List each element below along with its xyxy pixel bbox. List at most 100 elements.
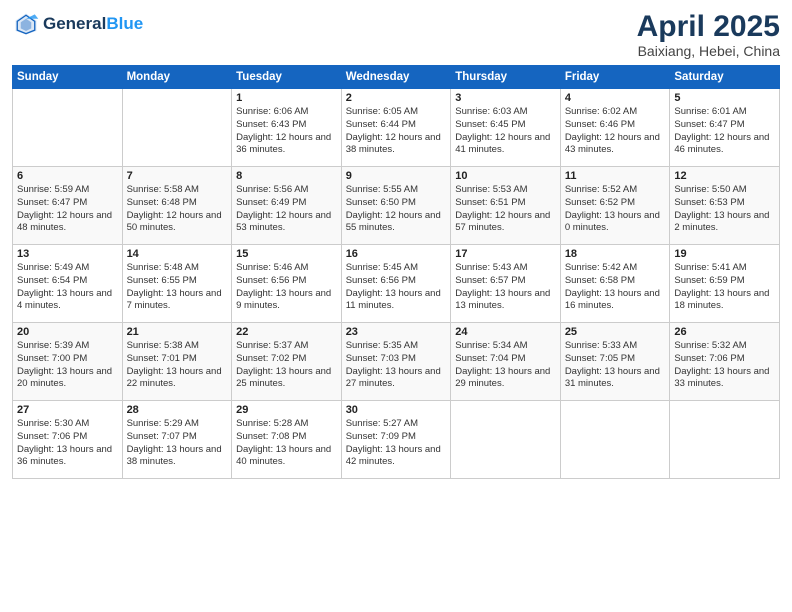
calendar-cell bbox=[560, 401, 670, 479]
calendar-cell: 15Sunrise: 5:46 AMSunset: 6:56 PMDayligh… bbox=[232, 245, 342, 323]
col-header-sunday: Sunday bbox=[13, 66, 123, 89]
calendar-cell bbox=[451, 401, 561, 479]
daylight-text: Daylight: 13 hours and 29 minutes. bbox=[455, 366, 556, 392]
day-number: 4 bbox=[565, 92, 666, 104]
sunrise-text: Sunrise: 6:01 AM bbox=[674, 106, 775, 119]
daylight-text: Daylight: 13 hours and 38 minutes. bbox=[127, 444, 228, 470]
title-block: April 2025 Baixiang, Hebei, China bbox=[637, 10, 780, 59]
calendar-cell: 9Sunrise: 5:55 AMSunset: 6:50 PMDaylight… bbox=[341, 167, 451, 245]
sunrise-text: Sunrise: 5:55 AM bbox=[346, 184, 447, 197]
calendar-cell: 23Sunrise: 5:35 AMSunset: 7:03 PMDayligh… bbox=[341, 323, 451, 401]
daylight-text: Daylight: 12 hours and 50 minutes. bbox=[127, 210, 228, 236]
col-header-monday: Monday bbox=[122, 66, 232, 89]
day-number: 2 bbox=[346, 92, 447, 104]
calendar-cell: 12Sunrise: 5:50 AMSunset: 6:53 PMDayligh… bbox=[670, 167, 780, 245]
sunrise-text: Sunrise: 5:35 AM bbox=[346, 340, 447, 353]
sunset-text: Sunset: 6:56 PM bbox=[346, 275, 447, 288]
calendar-cell: 25Sunrise: 5:33 AMSunset: 7:05 PMDayligh… bbox=[560, 323, 670, 401]
sunrise-text: Sunrise: 5:48 AM bbox=[127, 262, 228, 275]
sunrise-text: Sunrise: 5:59 AM bbox=[17, 184, 118, 197]
sunset-text: Sunset: 6:59 PM bbox=[674, 275, 775, 288]
day-number: 23 bbox=[346, 326, 447, 338]
day-number: 14 bbox=[127, 248, 228, 260]
sunset-text: Sunset: 7:06 PM bbox=[674, 353, 775, 366]
logo: GeneralBlue bbox=[12, 10, 143, 38]
sunrise-text: Sunrise: 5:37 AM bbox=[236, 340, 337, 353]
col-header-friday: Friday bbox=[560, 66, 670, 89]
daylight-text: Daylight: 13 hours and 11 minutes. bbox=[346, 288, 447, 314]
sunrise-text: Sunrise: 5:34 AM bbox=[455, 340, 556, 353]
daylight-text: Daylight: 12 hours and 55 minutes. bbox=[346, 210, 447, 236]
calendar-cell: 16Sunrise: 5:45 AMSunset: 6:56 PMDayligh… bbox=[341, 245, 451, 323]
daylight-text: Daylight: 12 hours and 41 minutes. bbox=[455, 132, 556, 158]
calendar-cell: 11Sunrise: 5:52 AMSunset: 6:52 PMDayligh… bbox=[560, 167, 670, 245]
daylight-text: Daylight: 13 hours and 33 minutes. bbox=[674, 366, 775, 392]
sunset-text: Sunset: 6:45 PM bbox=[455, 119, 556, 132]
sunrise-text: Sunrise: 5:38 AM bbox=[127, 340, 228, 353]
day-number: 26 bbox=[674, 326, 775, 338]
daylight-text: Daylight: 13 hours and 18 minutes. bbox=[674, 288, 775, 314]
day-number: 1 bbox=[236, 92, 337, 104]
sunset-text: Sunset: 6:56 PM bbox=[236, 275, 337, 288]
calendar-cell: 17Sunrise: 5:43 AMSunset: 6:57 PMDayligh… bbox=[451, 245, 561, 323]
sunset-text: Sunset: 7:06 PM bbox=[17, 431, 118, 444]
daylight-text: Daylight: 13 hours and 31 minutes. bbox=[565, 366, 666, 392]
sunset-text: Sunset: 6:49 PM bbox=[236, 197, 337, 210]
sunset-text: Sunset: 6:50 PM bbox=[346, 197, 447, 210]
calendar-cell: 13 Sunrise: 5:49 AMSunset: 6:54 PMDayligh… bbox=[13, 245, 123, 323]
calendar-header-row: SundayMondayTuesdayWednesdayThursdayFrid… bbox=[13, 66, 780, 89]
day-number: 22 bbox=[236, 326, 337, 338]
daylight-text: Daylight: 12 hours and 46 minutes. bbox=[674, 132, 775, 158]
sunset-text: Sunset: 6:57 PM bbox=[455, 275, 556, 288]
logo-general: General bbox=[43, 14, 106, 33]
sunrise-text: Sunrise: 5:52 AM bbox=[565, 184, 666, 197]
day-number: 30 bbox=[346, 404, 447, 416]
daylight-text: Daylight: 13 hours and 4 minutes. bbox=[17, 288, 118, 314]
sunset-text: Sunset: 6:51 PM bbox=[455, 197, 556, 210]
sunrise-text: Sunrise: 5:27 AM bbox=[346, 418, 447, 431]
day-number: 8 bbox=[236, 170, 337, 182]
calendar-cell: 19Sunrise: 5:41 AMSunset: 6:59 PMDayligh… bbox=[670, 245, 780, 323]
calendar-cell: 26Sunrise: 5:32 AMSunset: 7:06 PMDayligh… bbox=[670, 323, 780, 401]
sunrise-text: Sunrise: 5:29 AM bbox=[127, 418, 228, 431]
day-number: 6 bbox=[17, 170, 118, 182]
calendar-week-row: 20Sunrise: 5:39 AMSunset: 7:00 PMDayligh… bbox=[13, 323, 780, 401]
day-number: 13 bbox=[17, 248, 118, 260]
calendar-week-row: 6Sunrise: 5:59 AMSunset: 6:47 PMDaylight… bbox=[13, 167, 780, 245]
day-number: 15 bbox=[236, 248, 337, 260]
sunset-text: Sunset: 6:54 PM bbox=[17, 275, 118, 288]
day-number: 3 bbox=[455, 92, 556, 104]
sunrise-text: Sunrise: 5:49 AM bbox=[17, 262, 118, 275]
sunset-text: Sunset: 7:05 PM bbox=[565, 353, 666, 366]
daylight-text: Daylight: 13 hours and 9 minutes. bbox=[236, 288, 337, 314]
sunrise-text: Sunrise: 5:50 AM bbox=[674, 184, 775, 197]
sunset-text: Sunset: 6:47 PM bbox=[674, 119, 775, 132]
daylight-text: Daylight: 13 hours and 40 minutes. bbox=[236, 444, 337, 470]
col-header-saturday: Saturday bbox=[670, 66, 780, 89]
sunset-text: Sunset: 7:08 PM bbox=[236, 431, 337, 444]
calendar-cell: 2Sunrise: 6:05 AMSunset: 6:44 PMDaylight… bbox=[341, 89, 451, 167]
day-number: 16 bbox=[346, 248, 447, 260]
sunrise-text: Sunrise: 5:53 AM bbox=[455, 184, 556, 197]
sunset-text: Sunset: 7:04 PM bbox=[455, 353, 556, 366]
page-container: GeneralBlue April 2025 Baixiang, Hebei, … bbox=[0, 0, 792, 487]
calendar-cell: 30Sunrise: 5:27 AMSunset: 7:09 PMDayligh… bbox=[341, 401, 451, 479]
calendar-cell: 21Sunrise: 5:38 AMSunset: 7:01 PMDayligh… bbox=[122, 323, 232, 401]
calendar-cell: 27Sunrise: 5:30 AMSunset: 7:06 PMDayligh… bbox=[13, 401, 123, 479]
calendar-cell bbox=[122, 89, 232, 167]
sunrise-text: Sunrise: 5:42 AM bbox=[565, 262, 666, 275]
daylight-text: Daylight: 13 hours and 27 minutes. bbox=[346, 366, 447, 392]
calendar-cell: 1Sunrise: 6:06 AMSunset: 6:43 PMDaylight… bbox=[232, 89, 342, 167]
sunset-text: Sunset: 7:07 PM bbox=[127, 431, 228, 444]
calendar-week-row: 1Sunrise: 6:06 AMSunset: 6:43 PMDaylight… bbox=[13, 89, 780, 167]
day-number: 17 bbox=[455, 248, 556, 260]
daylight-text: Daylight: 13 hours and 0 minutes. bbox=[565, 210, 666, 236]
daylight-text: Daylight: 12 hours and 38 minutes. bbox=[346, 132, 447, 158]
sunrise-text: Sunrise: 5:43 AM bbox=[455, 262, 556, 275]
sunset-text: Sunset: 6:53 PM bbox=[674, 197, 775, 210]
calendar-cell: 14Sunrise: 5:48 AMSunset: 6:55 PMDayligh… bbox=[122, 245, 232, 323]
sunset-text: Sunset: 6:58 PM bbox=[565, 275, 666, 288]
logo-text: GeneralBlue bbox=[43, 14, 143, 34]
sunset-text: Sunset: 6:44 PM bbox=[346, 119, 447, 132]
sunset-text: Sunset: 7:01 PM bbox=[127, 353, 228, 366]
